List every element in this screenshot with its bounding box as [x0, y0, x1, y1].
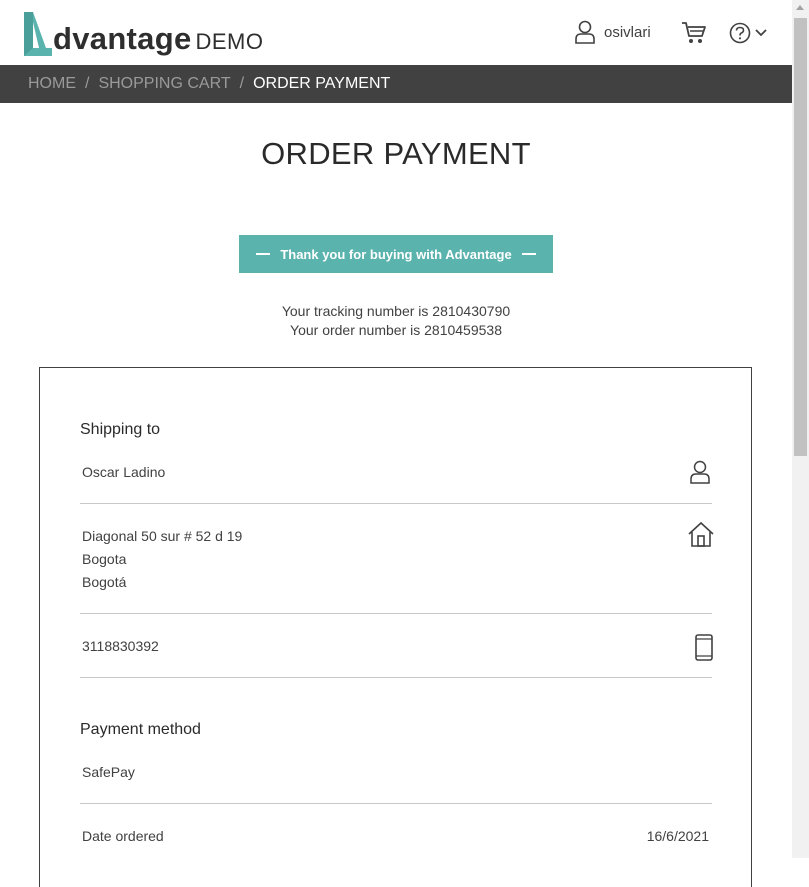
breadcrumb: HOME / SHOPPING CART / ORDER PAYMENT	[0, 65, 792, 103]
payment-title: Payment method	[80, 721, 201, 738]
address-line-3: Bogotá	[82, 574, 127, 590]
breadcrumb-shopping-cart[interactable]: SHOPPING CART	[98, 75, 230, 93]
tracking-number: Your tracking number is 2810430790	[281, 303, 511, 319]
divider	[80, 503, 712, 504]
payment-method: SafePay	[82, 764, 135, 780]
order-summary-card: Shipping to Oscar Ladino Diagonal 50 sur…	[39, 367, 752, 887]
date-ordered-value: 16/6/2021	[646, 828, 709, 844]
divider	[80, 677, 712, 678]
logo-demo-text: DEMO	[195, 29, 264, 54]
cart-icon	[682, 22, 706, 43]
cart-button[interactable]	[681, 21, 707, 50]
shipping-name: Oscar Ladino	[82, 464, 166, 480]
divider	[80, 803, 712, 804]
user-icon	[690, 460, 710, 484]
address-line-1: Diagonal 50 sur # 52 d 19	[82, 528, 243, 544]
phone-icon	[695, 634, 713, 661]
breadcrumb-separator: /	[85, 75, 90, 92]
date-ordered-label: Date ordered	[82, 828, 164, 844]
dash-decoration	[521, 253, 536, 255]
logo-text: dvantage	[53, 21, 192, 56]
breadcrumb-home[interactable]: HOME	[28, 75, 76, 93]
order-numbers: Your tracking number is 2810430790 Your …	[0, 302, 792, 340]
scroll-up-arrow-icon[interactable]	[796, 5, 804, 10]
breadcrumb-separator: /	[239, 75, 245, 92]
help-menu[interactable]	[729, 22, 767, 44]
username-label: osivlari	[604, 23, 651, 41]
thank-you-text: Thank you for buying with Advantage	[280, 246, 512, 262]
help-icon	[729, 22, 751, 44]
shipping-phone: 3118830392	[82, 638, 159, 654]
thank-you-banner: Thank you for buying with Advantage	[239, 235, 553, 273]
breadcrumb-order-payment: ORDER PAYMENT	[253, 75, 391, 92]
logo-mark-icon	[24, 12, 52, 56]
shipping-title: Shipping to	[80, 421, 161, 438]
advantage-logo[interactable]: dvantage DEMO	[22, 8, 264, 56]
address-line-2: Bogota	[82, 551, 127, 567]
divider	[80, 613, 712, 614]
page-title: ORDER PAYMENT	[261, 136, 531, 171]
scrollbar-thumb[interactable]	[794, 18, 807, 456]
header: dvantage DEMO osivlari	[0, 0, 792, 65]
user-menu[interactable]: osivlari	[574, 20, 651, 44]
chevron-down-icon	[755, 29, 767, 37]
dash-decoration	[256, 253, 271, 255]
home-icon	[688, 521, 714, 547]
order-number: Your order number is 2810459538	[290, 322, 502, 338]
user-icon	[575, 20, 595, 44]
